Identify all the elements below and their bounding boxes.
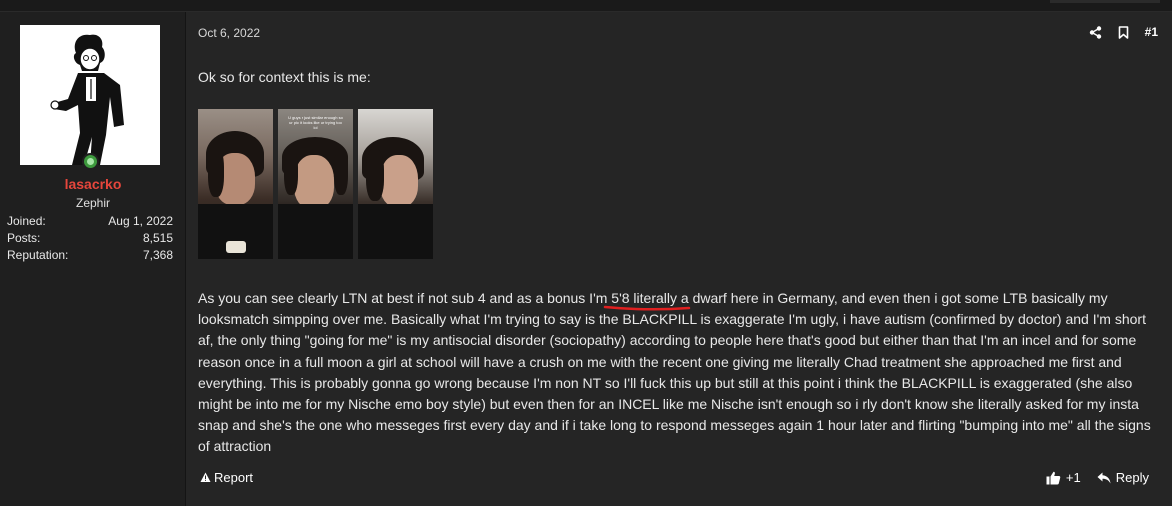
reaction-count[interactable]: +1 — [1066, 470, 1081, 485]
stat-label: Posts: — [7, 231, 41, 245]
warning-icon — [200, 472, 211, 483]
post-actions-top: #1 — [1089, 25, 1158, 39]
stat-value: 8,515 — [142, 231, 173, 245]
top-bar — [0, 0, 1172, 12]
user-stats: Joined: Aug 1, 2022 Posts: 8,515 Reputat… — [7, 213, 173, 264]
online-status-icon — [82, 153, 99, 170]
attached-photo[interactable] — [198, 109, 273, 259]
share-icon[interactable] — [1089, 25, 1102, 39]
attached-photo[interactable]: U guys r just similar enough so ur pic i… — [278, 109, 353, 259]
red-underline-annotation — [603, 305, 691, 311]
user-pane: lasacrko Zephir Joined: Aug 1, 2022 Post… — [0, 12, 186, 506]
thumbs-up-icon — [1046, 471, 1061, 485]
stat-joined: Joined: Aug 1, 2022 — [7, 213, 173, 230]
stat-posts: Posts: 8,515 — [7, 230, 173, 247]
avatar[interactable] — [20, 25, 160, 165]
avatar-drawing — [50, 34, 124, 165]
like-button[interactable]: +1 — [1046, 470, 1081, 485]
report-label: Report — [214, 470, 254, 485]
stat-label: Joined: — [7, 214, 46, 228]
stat-reputation: Reputation: 7,368 — [7, 247, 173, 264]
post-actions-bottom: +1 Reply — [1046, 470, 1149, 485]
post-body: As you can see clearly LTN at best if no… — [198, 290, 1151, 455]
post-main: Oct 6, 2022 #1 Ok so for context this is… — [186, 12, 1172, 506]
bookmark-icon[interactable] — [1118, 25, 1129, 39]
post-number-link[interactable]: #1 — [1145, 25, 1158, 39]
post-date[interactable]: Oct 6, 2022 — [198, 26, 260, 40]
user-title: Zephir — [75, 196, 110, 210]
stat-value: 7,368 — [142, 248, 173, 262]
attached-photo[interactable] — [358, 109, 433, 259]
reply-label: Reply — [1115, 470, 1149, 485]
photo-caption: U guys r just similar enough so ur pic i… — [288, 115, 343, 130]
post-intro: Ok so for context this is me: — [198, 69, 371, 85]
report-button[interactable]: Report — [200, 470, 253, 485]
stat-value: Aug 1, 2022 — [108, 214, 173, 228]
photo-gallery: U guys r just similar enough so ur pic i… — [198, 109, 433, 259]
reply-icon — [1097, 472, 1111, 484]
reply-button[interactable]: Reply — [1097, 470, 1149, 485]
tab-edge — [1050, 0, 1160, 3]
forum-post: lasacrko Zephir Joined: Aug 1, 2022 Post… — [0, 12, 1172, 506]
stat-label: Reputation: — [7, 248, 69, 262]
username[interactable]: lasacrko — [0, 176, 186, 192]
